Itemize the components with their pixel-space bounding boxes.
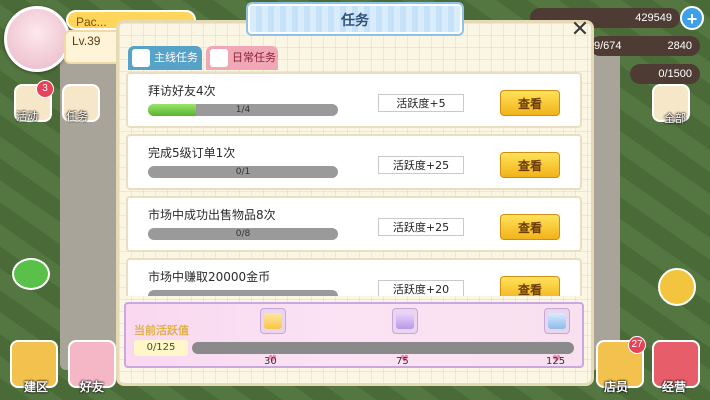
activity-progress-panel: 当前活跃值 0/125 ♥ ♥ ♥ 30 75 125 xyxy=(124,302,584,368)
storage-counter: 0/1500 xyxy=(630,64,700,84)
task-progress-text: 0/8 xyxy=(235,229,251,239)
view-task-button[interactable]: 查看 xyxy=(500,152,560,178)
capacity-counter: 9/674 xyxy=(590,36,630,56)
activity-title: 当前活跃值 xyxy=(134,324,189,337)
task-reward: 活跃度+20 xyxy=(378,280,464,296)
chat-bubble-icon[interactable] xyxy=(12,258,50,290)
coins-value: 429549 xyxy=(635,12,672,24)
task-progress-bar: 1/4 xyxy=(148,104,338,116)
scroll-icon xyxy=(132,49,150,67)
milestone-value: 30 xyxy=(264,356,277,367)
task-title: 拜访好友4次 xyxy=(148,84,216,98)
task-row: 拜访好友4次 1/4 活跃度+5 查看 xyxy=(126,72,582,128)
milestone-value: 125 xyxy=(546,356,566,367)
view-task-button[interactable]: 查看 xyxy=(500,214,560,240)
task-row: 市场中成功出售物品8次 0/8 活跃度+25 查看 xyxy=(126,196,582,252)
task-title: 市场中成功出售物品8次 xyxy=(148,208,276,222)
task-list[interactable]: 拜访好友4次 1/4 活跃度+5 查看 完成5级订单1次 0/1 活跃度+25 查看 市场中成功… xyxy=(126,72,584,296)
build-label: 建区 xyxy=(24,380,49,394)
task-title: 完成5级订单1次 xyxy=(148,146,236,160)
player-level: Lv.39 xyxy=(72,34,101,48)
reward-chest-125[interactable] xyxy=(544,308,570,334)
activity-label: 活动 xyxy=(16,111,38,123)
view-task-button[interactable]: 查看 xyxy=(500,90,560,116)
shop-staff-label: 店员 xyxy=(604,380,629,394)
tab-main-tasks-label: 主线任务 xyxy=(154,51,198,64)
shop-staff-badge: 27 xyxy=(628,336,646,354)
dialog-title: 任务 xyxy=(248,4,462,34)
view-task-button[interactable]: 查看 xyxy=(500,276,560,296)
task-progress-bar: 0/8 xyxy=(148,228,338,240)
home-icon[interactable] xyxy=(658,268,696,306)
all-label: 全部 xyxy=(664,113,686,125)
task-progress-bar: 0/1 xyxy=(148,166,338,178)
task-progress-text: 0/1 xyxy=(235,167,251,177)
capacity-value: 9/674 xyxy=(594,40,622,52)
task-reward: 活跃度+5 xyxy=(378,94,464,112)
friends-label: 好友 xyxy=(80,380,105,394)
task-row: 市场中赚取20000金币活跃度+20 查看 xyxy=(126,258,582,296)
task-label: 任务 xyxy=(66,111,88,123)
book-icon xyxy=(210,49,228,67)
storage-value: 0/1500 xyxy=(658,68,692,80)
add-currency-button[interactable]: + xyxy=(680,6,704,30)
task-reward: 活跃度+25 xyxy=(378,156,464,174)
player-avatar[interactable] xyxy=(4,6,70,72)
task-row: 完成5级订单1次 0/1 活跃度+25 查看 xyxy=(126,134,582,190)
task-progress-text: 1/4 xyxy=(235,105,251,115)
activity-value: 0/125 xyxy=(134,340,188,356)
milestone-value: 75 xyxy=(396,356,409,367)
task-reward: 活跃度+25 xyxy=(378,218,464,236)
tab-daily-tasks[interactable]: 日常任务 xyxy=(206,46,278,70)
reward-chest-75[interactable] xyxy=(392,308,418,334)
activity-badge: 3 xyxy=(36,80,54,98)
close-icon[interactable]: ✕ xyxy=(568,18,592,42)
tab-main-tasks[interactable]: 主线任务 xyxy=(128,46,202,70)
activity-progress-bar xyxy=(192,342,574,354)
tab-daily-tasks-label: 日常任务 xyxy=(232,51,276,64)
economy-label: 经营 xyxy=(662,380,687,394)
task-progress-bar xyxy=(148,290,338,296)
reward-chest-30[interactable] xyxy=(260,308,286,334)
task-title: 市场中赚取20000金币 xyxy=(148,270,271,284)
hearts-value: 2840 xyxy=(667,40,692,52)
